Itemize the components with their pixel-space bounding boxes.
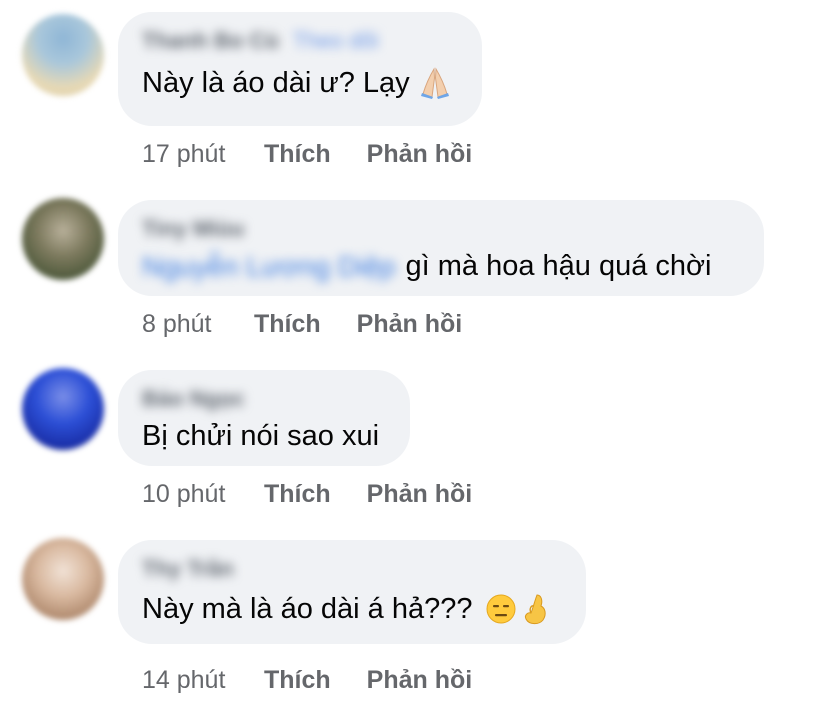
comment-text-row: Bị chửi nói sao xui (142, 420, 386, 453)
comment-text: Bị chửi nói sao xui (142, 420, 380, 452)
author-name[interactable]: Thanh Bo Cù (142, 28, 279, 54)
author-name[interactable]: Thy Trần (142, 556, 234, 582)
author-name[interactable]: Bảo Ngọc (142, 386, 245, 412)
avatar[interactable] (22, 368, 104, 450)
expressionless-face-icon (486, 594, 515, 624)
avatar[interactable] (22, 198, 104, 280)
mention-link[interactable]: Nguyễn Lương Diệp (142, 251, 395, 283)
comment-bubble: Tiny Miùu Nguyễn Lương Diệp gì mà hoa hậ… (118, 200, 764, 296)
like-button[interactable]: Thích (254, 310, 321, 339)
comment-time[interactable]: 14 phút (142, 666, 264, 695)
comment-text: gì mà hoa hậu quá chời (405, 250, 712, 282)
comment-text: Này mà là áo dài á hả??? (142, 592, 473, 625)
comment-bubble: Bảo Ngọc Bị chửi nói sao xui (118, 370, 410, 466)
avatar[interactable] (22, 538, 104, 620)
comment-time[interactable]: 10 phút (142, 480, 264, 509)
comment-actions: 17 phút Thích Phản hồi (142, 140, 472, 169)
like-button[interactable]: Thích (264, 666, 331, 695)
reply-button[interactable]: Phản hồi (357, 310, 463, 339)
comment-bubble: Thanh Bo Cù Theo dõi Này là áo dài ư? Lạ… (118, 12, 482, 126)
comment-actions: 14 phút Thích Phản hồi (142, 666, 472, 695)
comment-text-row: Nguyễn Lương Diệp gì mà hoa hậu quá chời (142, 250, 740, 283)
like-button[interactable]: Thích (264, 480, 331, 509)
comment-bubble: Thy Trần Này mà là áo dài á hả??? (118, 540, 586, 644)
comment-text: Này là áo dài ư? Lạy (142, 66, 410, 99)
comment-time[interactable]: 17 phút (142, 140, 264, 169)
comment-text-row: Này là áo dài ư? Lạy (142, 66, 458, 100)
reply-button[interactable]: Phản hồi (367, 140, 473, 169)
comment-time[interactable]: 8 phút (142, 310, 254, 339)
follow-link[interactable]: Theo dõi (293, 28, 379, 54)
avatar[interactable] (22, 14, 104, 96)
comment-actions: 8 phút Thích Phản hồi (142, 310, 462, 339)
reply-button[interactable]: Phản hồi (367, 480, 473, 509)
author-name[interactable]: Tiny Miùu (142, 216, 244, 242)
comment-text-row: Này mà là áo dài á hả??? (142, 592, 562, 626)
pinching-hand-icon (524, 594, 546, 625)
like-button[interactable]: Thích (264, 140, 331, 169)
folded-hands-icon (420, 67, 449, 99)
reply-button[interactable]: Phản hồi (367, 666, 473, 695)
comment-actions: 10 phút Thích Phản hồi (142, 480, 472, 509)
